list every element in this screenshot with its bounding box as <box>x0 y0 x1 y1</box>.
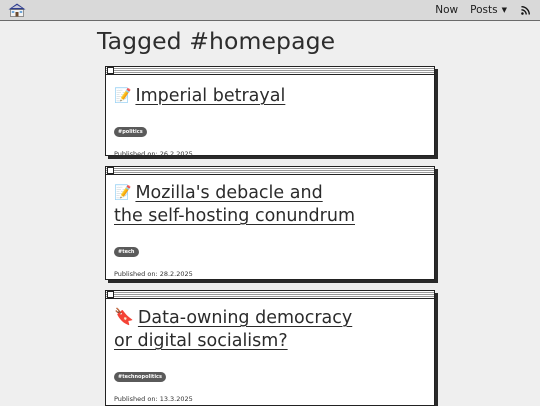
bookmark-icon: 🔖 <box>114 307 134 326</box>
tag-badge[interactable]: #tech <box>114 247 139 257</box>
post-title: 📝 Imperial betrayal <box>114 85 434 108</box>
post-published-date: Published on: 13.3.2025 <box>114 395 193 403</box>
card-titlebar <box>106 167 434 175</box>
nav-posts-dropdown[interactable]: Posts ▼ <box>470 4 507 16</box>
nav-now-link[interactable]: Now <box>435 4 458 16</box>
page-title: Tagged #homepage <box>97 27 336 55</box>
house-icon[interactable] <box>8 3 26 17</box>
post-published-date: Published on: 26.2.2025 <box>114 150 193 158</box>
memo-icon: 📝 <box>114 88 132 104</box>
post-tags: #tech <box>114 238 434 257</box>
main-nav: Now Posts ▼ <box>435 0 530 20</box>
post-published-date: Published on: 28.2.2025 <box>114 270 193 278</box>
post-tags: #technopolitics <box>114 363 434 382</box>
post-title-link[interactable]: Mozilla's debacle and <box>135 183 322 203</box>
post-title-link-line2[interactable]: or digital socialism? <box>114 331 288 351</box>
top-navbar: Now Posts ▼ <box>0 0 540 21</box>
card-body: 🔖 Data-owning democracy or digital social… <box>106 299 434 403</box>
post-tags: #politics <box>114 118 434 137</box>
post-card: 📝 Imperial betrayal #politics Published o… <box>105 66 435 158</box>
post-title-link[interactable]: Imperial betrayal <box>135 86 285 106</box>
rss-icon[interactable] <box>521 5 530 15</box>
post-title: 🔖 Data-owning democracy or digital social… <box>114 305 434 353</box>
card-titlebar <box>106 67 434 75</box>
post-title-link-line2[interactable]: the self-hosting conundrum <box>114 206 355 226</box>
post-title-link[interactable]: Data-owning democracy <box>138 308 352 328</box>
card-window-button[interactable] <box>107 67 114 74</box>
post-title: 📝 Mozilla's debacle and the self-hosting … <box>114 182 434 228</box>
card-body: 📝 Mozilla's debacle and the self-hosting … <box>106 175 434 278</box>
memo-icon: 📝 <box>114 185 132 201</box>
chevron-down-icon: ▼ <box>501 6 507 14</box>
card-body: 📝 Imperial betrayal #politics Published o… <box>106 75 434 158</box>
post-card: 📝 Mozilla's debacle and the self-hosting … <box>105 166 435 280</box>
nav-posts-label: Posts <box>470 4 498 16</box>
tag-badge[interactable]: #technopolitics <box>114 372 166 382</box>
card-window-button[interactable] <box>107 291 114 298</box>
post-card: 🔖 Data-owning democracy or digital social… <box>105 290 435 406</box>
card-window-button[interactable] <box>107 167 114 174</box>
tag-badge[interactable]: #politics <box>114 127 147 137</box>
card-titlebar <box>106 291 434 299</box>
